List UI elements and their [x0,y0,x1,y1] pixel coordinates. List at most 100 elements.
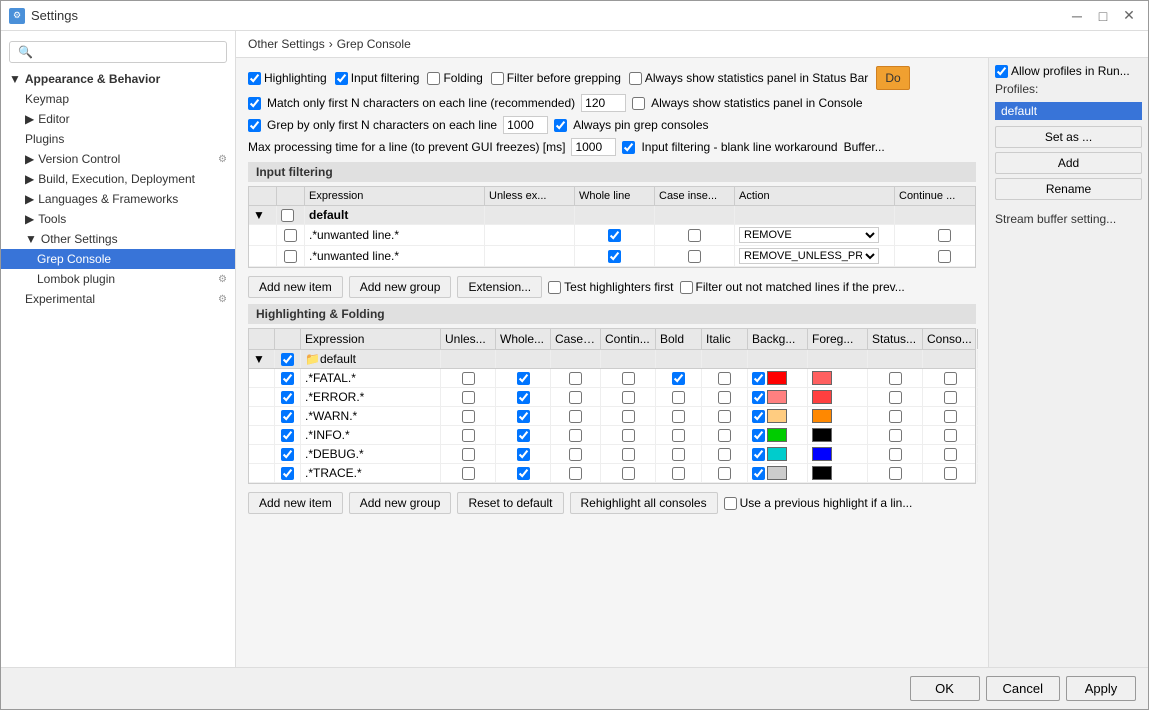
info-unless-checkbox[interactable] [462,429,475,442]
warn-status-checkbox[interactable] [889,410,902,423]
expand-icon[interactable]: ▼ [253,352,265,366]
sidebar-item-languages[interactable]: ▶ Languages & Frameworks [1,189,235,209]
allow-profiles-checkbox[interactable] [995,65,1008,78]
fatal-bold-checkbox[interactable] [672,372,685,385]
trace-bg-checkbox[interactable] [752,467,765,480]
row1-case-checkbox[interactable] [688,229,701,242]
debug-fg-cell[interactable] [808,445,868,463]
info-case-checkbox[interactable] [569,429,582,442]
folding-checkbox[interactable] [427,72,440,85]
info-fg-cell[interactable] [808,426,868,444]
always-pin-grep-checkbox[interactable] [554,119,567,132]
add-new-group-button[interactable]: Add new group [349,276,452,298]
error-italic-checkbox[interactable] [718,391,731,404]
error-bg-cell[interactable] [748,388,808,406]
warn-bold-checkbox[interactable] [672,410,685,423]
warn-active-checkbox[interactable] [281,410,294,423]
error-conso-checkbox[interactable] [944,391,957,404]
sidebar-item-experimental[interactable]: Experimental ⚙ [1,289,235,309]
trace-fg-cell[interactable] [808,464,868,482]
fatal-active-checkbox[interactable] [281,372,294,385]
trace-contin-checkbox[interactable] [622,467,635,480]
warn-bg-cell[interactable] [748,407,808,425]
info-bg-checkbox[interactable] [752,429,765,442]
sidebar-item-grep-console[interactable]: Grep Console [1,249,235,269]
trace-unless-checkbox[interactable] [462,467,475,480]
extension-button[interactable]: Extension... [457,276,542,298]
warn-fg-cell[interactable] [808,407,868,425]
debug-status-checkbox[interactable] [889,448,902,461]
hl-add-new-item-button[interactable]: Add new item [248,492,343,514]
sidebar-item-editor[interactable]: ▶ Editor [1,109,235,129]
filter-out-not-matched-checkbox[interactable] [680,281,693,294]
trace-whole-checkbox[interactable] [517,467,530,480]
input-filtering-blank-checkbox[interactable] [622,141,635,154]
error-fg-cell[interactable] [808,388,868,406]
info-contin-checkbox[interactable] [622,429,635,442]
maximize-button[interactable]: □ [1092,5,1114,27]
minimize-button[interactable]: ─ [1066,5,1088,27]
row2-active-checkbox[interactable] [284,250,297,263]
sidebar-item-appearance[interactable]: ▼ Appearance & Behavior [1,69,235,89]
info-whole-checkbox[interactable] [517,429,530,442]
row2-case-checkbox[interactable] [688,250,701,263]
add-new-item-button[interactable]: Add new item [248,276,343,298]
add-profile-button[interactable]: Add [995,152,1142,174]
sidebar-item-lombok[interactable]: Lombok plugin ⚙ [1,269,235,289]
info-active-checkbox[interactable] [281,429,294,442]
fatal-status-checkbox[interactable] [889,372,902,385]
debug-unless-checkbox[interactable] [462,448,475,461]
debug-case-checkbox[interactable] [569,448,582,461]
apply-button[interactable]: Apply [1066,676,1136,701]
warn-whole-checkbox[interactable] [517,410,530,423]
test-highlighters-checkbox[interactable] [548,281,561,294]
debug-whole-checkbox[interactable] [517,448,530,461]
warn-contin-checkbox[interactable] [622,410,635,423]
group-checkbox[interactable] [281,209,294,222]
input-filtering-checkbox[interactable] [335,72,348,85]
trace-status-checkbox[interactable] [889,467,902,480]
sidebar-item-plugins[interactable]: Plugins [1,129,235,149]
hgroup-active-checkbox[interactable] [281,353,294,366]
group-arrow-icon[interactable]: ▼ [253,208,265,222]
fatal-case-checkbox[interactable] [569,372,582,385]
fatal-fg-cell[interactable] [808,369,868,387]
fatal-bg-cell[interactable] [748,369,808,387]
sidebar-item-keymap[interactable]: Keymap [1,89,235,109]
error-bg-checkbox[interactable] [752,391,765,404]
filter-before-grepping-checkbox[interactable] [491,72,504,85]
rename-button[interactable]: Rename [995,178,1142,200]
fatal-bg-checkbox[interactable] [752,372,765,385]
trace-conso-checkbox[interactable] [944,467,957,480]
error-contin-checkbox[interactable] [622,391,635,404]
match-n-chars-input[interactable] [581,94,626,112]
hl-add-new-group-button[interactable]: Add new group [349,492,452,514]
debug-contin-checkbox[interactable] [622,448,635,461]
row2-continue-checkbox[interactable] [938,250,951,263]
info-italic-checkbox[interactable] [718,429,731,442]
info-status-checkbox[interactable] [889,429,902,442]
max-processing-input[interactable] [571,138,616,156]
grep-n-chars-checkbox[interactable] [248,119,261,132]
always-show-console-checkbox[interactable] [632,97,645,110]
close-button[interactable]: ✕ [1118,5,1140,27]
sidebar-item-build[interactable]: ▶ Build, Execution, Deployment [1,169,235,189]
info-bold-checkbox[interactable] [672,429,685,442]
highlighting-checkbox[interactable] [248,72,261,85]
use-previous-highlight-checkbox[interactable] [724,497,737,510]
debug-bg-checkbox[interactable] [752,448,765,461]
trace-active-checkbox[interactable] [281,467,294,480]
always-show-statistics-checkbox[interactable] [629,72,642,85]
do-button[interactable]: Do [876,66,909,90]
error-case-checkbox[interactable] [569,391,582,404]
reset-to-default-button[interactable]: Reset to default [457,492,563,514]
row1-continue-checkbox[interactable] [938,229,951,242]
fatal-whole-checkbox[interactable] [517,372,530,385]
row2-whole-checkbox[interactable] [608,250,621,263]
debug-conso-checkbox[interactable] [944,448,957,461]
trace-bold-checkbox[interactable] [672,467,685,480]
fatal-conso-checkbox[interactable] [944,372,957,385]
row2-action-select[interactable]: REMOVE_UNLESS_PREVIO... [739,248,879,264]
error-status-checkbox[interactable] [889,391,902,404]
warn-conso-checkbox[interactable] [944,410,957,423]
